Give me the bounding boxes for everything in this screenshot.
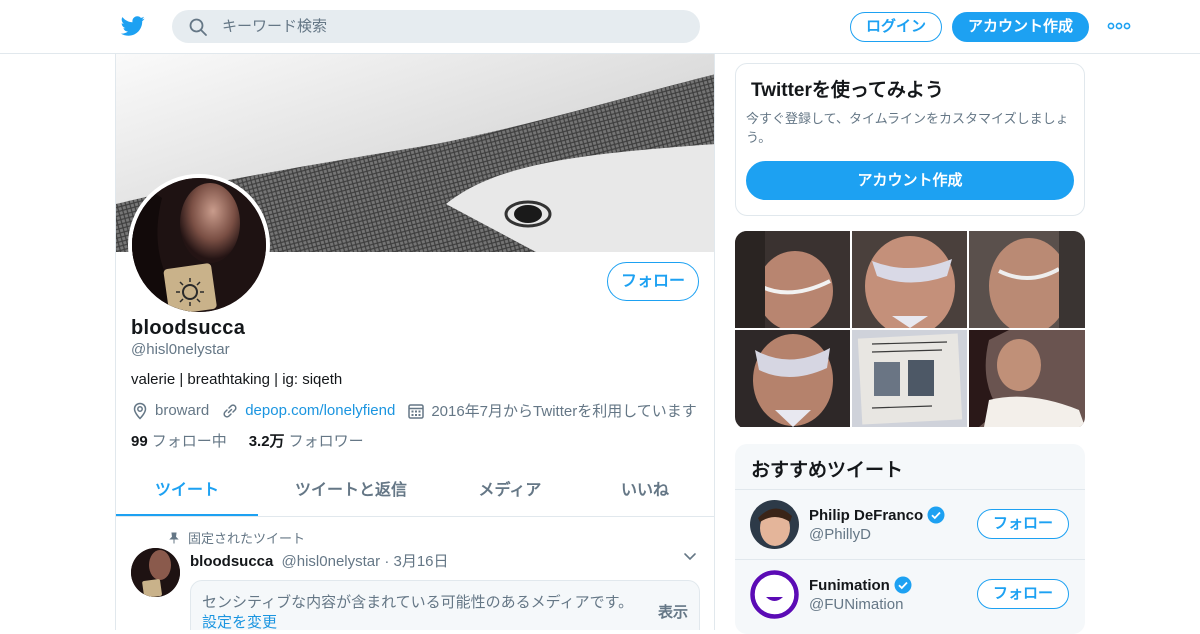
followers-count: 3.2万 bbox=[248, 433, 285, 450]
follow-account-button[interactable]: フォロー bbox=[977, 579, 1069, 609]
follow-counts: 99 フォロー中 3.2万 フォロワー bbox=[131, 430, 386, 451]
change-settings-link[interactable]: 設定を変更 bbox=[202, 611, 277, 630]
website-item: depop.com/lonelyfiend bbox=[221, 402, 395, 420]
link-icon bbox=[223, 403, 237, 418]
media-thumbnail[interactable] bbox=[969, 330, 1085, 427]
sensitive-message: センシティブな内容が含まれている可能性のあるメディアです。 bbox=[202, 594, 634, 611]
media-thumbnail[interactable] bbox=[735, 231, 850, 328]
signup-card-button[interactable]: アカウント作成 bbox=[746, 161, 1074, 200]
location-pin-icon bbox=[133, 402, 147, 420]
recommended-account-row: Philip DeFranco @PhillyD フォロー bbox=[735, 489, 1085, 559]
recommended-account-row: Funimation @FUNimation フォロー bbox=[735, 559, 1085, 629]
signup-card-description: 今すぐ登録して、タイムラインをカスタマイズしましょう。 bbox=[746, 111, 1069, 145]
tweet-author-name[interactable]: bloodsucca bbox=[190, 553, 273, 570]
search-input[interactable] bbox=[222, 10, 682, 43]
follow-account-button[interactable]: フォロー bbox=[977, 509, 1069, 539]
tab-media[interactable]: メディア bbox=[444, 468, 576, 516]
photos-videos-grid bbox=[735, 231, 1085, 429]
profile-avatar[interactable] bbox=[128, 174, 270, 316]
account-name[interactable]: Funimation bbox=[809, 576, 912, 594]
show-media-button[interactable]: 表示 bbox=[658, 601, 688, 622]
account-handle[interactable]: @FUNimation bbox=[809, 596, 903, 613]
chevron-down-icon[interactable] bbox=[682, 548, 698, 564]
signup-prompt-card: Twitterを使ってみよう 今すぐ登録して、タイムラインをカスタマイズしましょ… bbox=[735, 63, 1085, 216]
following-label: フォロー中 bbox=[151, 433, 227, 450]
profile-meta: broward depop.com/lonelyfiend 2016年7月からT… bbox=[131, 400, 709, 421]
account-avatar[interactable] bbox=[750, 570, 799, 619]
tweet-author-avatar[interactable] bbox=[131, 548, 180, 597]
signup-button[interactable]: アカウント作成 bbox=[952, 12, 1089, 42]
pin-icon bbox=[169, 532, 179, 543]
pinned-label-text: 固定されたツイート bbox=[188, 531, 306, 546]
media-thumbnail[interactable] bbox=[852, 231, 967, 328]
search-icon bbox=[189, 18, 207, 36]
media-thumbnail[interactable] bbox=[852, 330, 967, 427]
recommended-tweets-panel: おすすめツイート Philip DeFranco @PhillyD フォロー F… bbox=[735, 444, 1085, 634]
recommended-title: おすすめツイート bbox=[751, 460, 904, 481]
followers-label: フォロワー bbox=[288, 433, 364, 450]
profile-tabs: ツイート ツイートと返信 メディア いいね bbox=[116, 468, 714, 517]
tab-tweets[interactable]: ツイート bbox=[116, 468, 258, 516]
joined-text: 2016年7月からTwitterを利用しています bbox=[431, 403, 697, 420]
tweet-header: bloodsucca @hisl0nelystar · 3月16日 bbox=[190, 550, 449, 571]
top-navigation-bar: ログイン アカウント作成 bbox=[0, 0, 1200, 54]
tweet-separator: · bbox=[384, 553, 390, 570]
followers-count-link[interactable]: 3.2万 フォロワー bbox=[249, 430, 364, 451]
login-button[interactable]: ログイン bbox=[850, 12, 942, 42]
media-thumbnail[interactable] bbox=[735, 330, 850, 427]
website-link[interactable]: depop.com/lonelyfiend bbox=[245, 402, 395, 419]
joined-item: 2016年7月からTwitterを利用しています bbox=[407, 400, 697, 421]
account-handle[interactable]: @PhillyD bbox=[809, 526, 871, 543]
following-count: 99 bbox=[131, 433, 148, 450]
account-avatar[interactable] bbox=[750, 500, 799, 549]
media-thumbnail[interactable] bbox=[969, 231, 1085, 328]
profile-name[interactable]: bloodsucca bbox=[131, 317, 245, 340]
calendar-icon bbox=[408, 403, 425, 419]
signup-card-title: Twitterを使ってみよう bbox=[751, 80, 944, 101]
location-item: broward bbox=[131, 402, 209, 420]
more-options-icon[interactable] bbox=[1106, 18, 1132, 34]
tweet-author-handle[interactable]: @hisl0nelystar bbox=[282, 553, 381, 570]
following-count-link[interactable]: 99 フォロー中 bbox=[131, 430, 227, 451]
verified-badge-icon bbox=[927, 506, 945, 524]
follow-button[interactable]: フォロー bbox=[607, 262, 699, 301]
account-name[interactable]: Philip DeFranco bbox=[809, 506, 945, 524]
twitter-bird-icon[interactable] bbox=[120, 14, 146, 38]
search-box[interactable] bbox=[172, 10, 700, 43]
profile-column: フォロー bloodsucca @hisl0nelystar valerie |… bbox=[115, 54, 715, 630]
tweet-date[interactable]: 3月16日 bbox=[393, 553, 448, 570]
pinned-tweet-label: 固定されたツイート bbox=[168, 528, 305, 547]
verified-badge-icon bbox=[894, 576, 912, 594]
sensitive-media-notice: センシティブな内容が含まれている可能性のあるメディアです。 設定を変更 表示 bbox=[190, 580, 700, 630]
tab-likes[interactable]: いいね bbox=[576, 468, 714, 516]
tab-tweets-and-replies[interactable]: ツイートと返信 bbox=[258, 468, 444, 516]
profile-bio: valerie | breathtaking | ig: siqeth bbox=[131, 371, 343, 388]
profile-handle[interactable]: @hisl0nelystar bbox=[131, 341, 230, 358]
location-text: broward bbox=[155, 402, 210, 419]
